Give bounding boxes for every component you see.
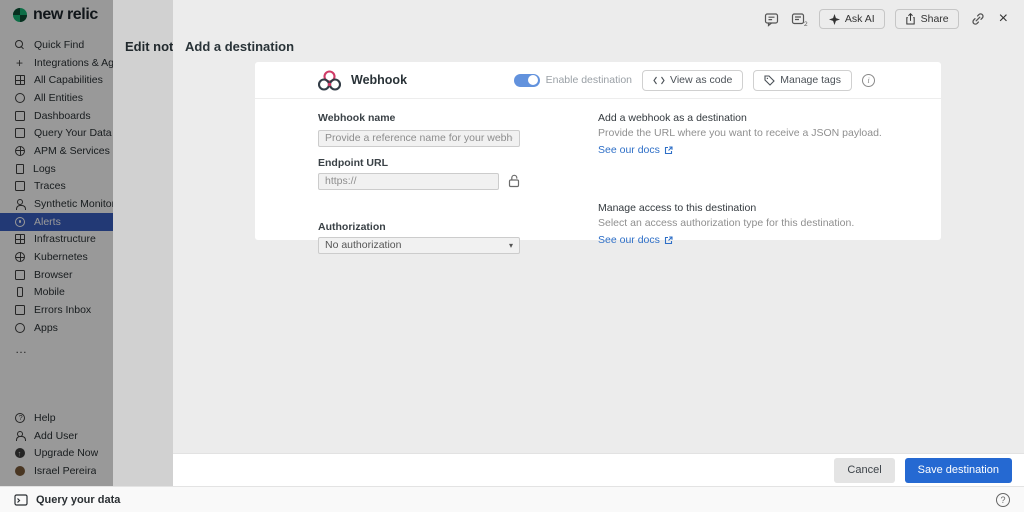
- ask-ai-button[interactable]: Ask AI: [819, 9, 885, 29]
- permalink-icon[interactable]: [969, 10, 987, 28]
- add-destination-panel: Add a destination 2 A: [173, 0, 1024, 486]
- page-title: Add a destination: [185, 39, 294, 54]
- card-header: Webhook Enable destination View as code: [255, 62, 941, 99]
- lock-icon: [508, 174, 520, 188]
- toggle-knob: [528, 75, 538, 85]
- authorization-label: Authorization: [318, 221, 520, 233]
- help-column: Add a webhook as a destination Provide t…: [598, 112, 911, 254]
- tag-icon: [764, 75, 775, 86]
- notes-icon[interactable]: 2: [791, 10, 809, 28]
- external-link-icon: [664, 146, 673, 155]
- sparkle-icon: [829, 14, 840, 25]
- help-desc: Provide the URL where you want to receiv…: [598, 127, 911, 140]
- card-body: Webhook name Endpoint URL Authori: [255, 99, 941, 254]
- save-destination-button[interactable]: Save destination: [905, 458, 1012, 483]
- docs-link-label: See our docs: [598, 144, 660, 157]
- help-desc: Select an access authorization type for …: [598, 217, 911, 230]
- panel-footer: Cancel Save destination: [173, 453, 1024, 486]
- feedback-icon[interactable]: [763, 10, 781, 28]
- view-as-code-label: View as code: [670, 74, 732, 86]
- webhook-name-label: Webhook name: [318, 112, 520, 124]
- docs-link-label: See our docs: [598, 234, 660, 247]
- view-as-code-button[interactable]: View as code: [642, 70, 743, 91]
- card-controls: Enable destination View as code Manage t…: [514, 70, 875, 91]
- endpoint-url-label: Endpoint URL: [318, 157, 520, 169]
- svg-text:2: 2: [804, 21, 808, 27]
- see-our-docs-link[interactable]: See our docs: [598, 234, 673, 247]
- enable-destination-toggle[interactable]: [514, 74, 540, 87]
- help-title: Add a webhook as a destination: [598, 112, 911, 125]
- code-icon: [653, 76, 665, 85]
- query-your-data-label: Query your data: [36, 494, 120, 506]
- see-our-docs-link[interactable]: See our docs: [598, 144, 673, 157]
- chevron-down-icon: ▾: [509, 241, 513, 250]
- share-button[interactable]: Share: [895, 9, 959, 29]
- form-column: Webhook name Endpoint URL Authori: [318, 112, 520, 254]
- endpoint-url-row: [318, 173, 520, 190]
- endpoint-url-input[interactable]: [318, 173, 499, 190]
- help-circle-icon[interactable]: ?: [996, 493, 1010, 507]
- query-your-data-button[interactable]: Query your data: [14, 494, 120, 506]
- help-title: Manage access to this destination: [598, 202, 911, 215]
- webhook-name-input[interactable]: [318, 130, 520, 147]
- authorization-value: No authorization: [325, 239, 401, 251]
- share-icon: [905, 13, 916, 25]
- help-block-webhook: Add a webhook as a destination Provide t…: [598, 112, 911, 157]
- info-icon[interactable]: i: [862, 74, 875, 87]
- enable-destination-label: Enable destination: [546, 74, 632, 86]
- provider-title: Webhook: [351, 73, 407, 87]
- app-root: new relic Quick Find Integrations & Agen…: [0, 0, 1024, 512]
- close-icon[interactable]: ×: [997, 11, 1010, 27]
- share-label: Share: [921, 13, 949, 25]
- ask-ai-label: Ask AI: [845, 13, 875, 25]
- destination-card: Webhook Enable destination View as code: [255, 62, 941, 240]
- manage-tags-label: Manage tags: [780, 74, 841, 86]
- cancel-button[interactable]: Cancel: [834, 458, 894, 483]
- webhook-icon: [318, 69, 341, 92]
- panel-toolbar: 2 Ask AI Share: [763, 9, 1010, 29]
- status-bar: Query your data ?: [0, 486, 1024, 512]
- manage-tags-button[interactable]: Manage tags: [753, 70, 852, 91]
- console-icon: [14, 494, 28, 506]
- enable-destination-toggle-wrap: Enable destination: [514, 74, 632, 87]
- authorization-select[interactable]: No authorization ▾: [318, 237, 520, 254]
- help-block-access: Manage access to this destination Select…: [598, 202, 911, 247]
- external-link-icon: [664, 236, 673, 245]
